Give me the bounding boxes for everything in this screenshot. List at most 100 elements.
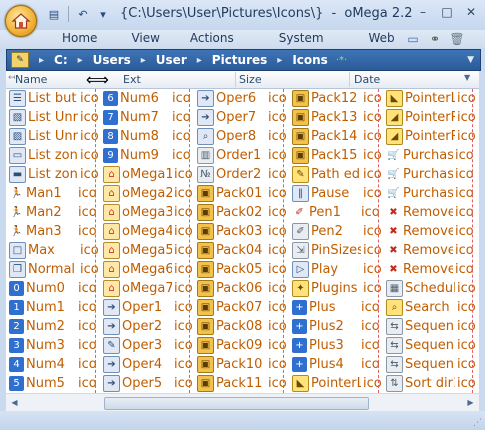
column-header-date[interactable]: Date <box>354 73 380 86</box>
file-item[interactable]: ▦ Schedul ico <box>383 279 477 298</box>
file-item[interactable]: 🏃 Man3 ico <box>6 222 100 241</box>
breadcrumb-item[interactable]: ▸ Users <box>68 53 131 67</box>
close-icon[interactable]: ✕ <box>463 5 479 19</box>
file-item[interactable]: ⌂ oMega5 ico <box>100 241 194 260</box>
file-item[interactable]: ▣ Pack02 ico <box>194 203 288 222</box>
file-item[interactable]: ▥ Order1 ico <box>194 146 288 165</box>
menu-system[interactable]: System <box>279 31 324 45</box>
file-item[interactable]: ✎ Path edi ico <box>289 165 383 184</box>
file-item[interactable]: □ Max ico <box>6 241 100 260</box>
file-item[interactable]: ⌂ oMega4 ico <box>100 222 194 241</box>
file-item[interactable]: ◣ PointerL ico <box>383 89 477 108</box>
file-item[interactable]: № Order2 ico <box>194 165 288 184</box>
file-item[interactable]: ▣ Pack10 ico <box>194 355 288 374</box>
file-item[interactable]: 🏃 Man1 ico <box>6 184 100 203</box>
scroll-left-icon[interactable]: ◀ <box>7 395 22 409</box>
file-item[interactable]: ✖ Remove ico <box>383 222 477 241</box>
file-item[interactable]: 7 Num7 ico <box>100 108 194 127</box>
file-item[interactable]: ◣ PointerL ico <box>289 374 383 393</box>
file-item[interactable]: ▣ Pack06 ico <box>194 279 288 298</box>
file-item[interactable]: + Plus4 ico <box>289 355 383 374</box>
file-item[interactable]: ⇆ Sequen ico <box>383 317 477 336</box>
file-item[interactable]: ⇆ Sequen ico <box>383 355 477 374</box>
file-item[interactable]: 2 Num2 ico <box>6 317 100 336</box>
file-item[interactable]: ✖ Remove ico <box>383 260 477 279</box>
file-item[interactable]: 4 Num4 ico <box>6 355 100 374</box>
file-item[interactable]: ▣ Pack05 ico <box>194 260 288 279</box>
file-item[interactable]: ▣ Pack11 ico <box>194 374 288 393</box>
file-item[interactable]: ➔ Oper7 ico <box>194 108 288 127</box>
file-item[interactable]: ▷ Play ico <box>289 260 383 279</box>
file-item[interactable]: + Plus3 ico <box>289 336 383 355</box>
file-item[interactable]: ⌂ oMega3 ico <box>100 203 194 222</box>
file-item[interactable]: ⌕ Search ico <box>383 298 477 317</box>
file-item[interactable]: ▣ Pack09 ico <box>194 336 288 355</box>
file-item[interactable]: ◢ PointerR ico <box>383 127 477 146</box>
file-item[interactable]: ➔ Oper1 ico <box>100 298 194 317</box>
file-item[interactable]: ✐ Pen1 ico <box>289 203 383 222</box>
file-item[interactable]: ⇆ Sequen ico <box>383 336 477 355</box>
menu-view[interactable]: View <box>131 31 159 45</box>
link-icon[interactable]: ⚭ <box>427 31 443 47</box>
resize-grip-icon[interactable]: ⋰ <box>473 418 482 428</box>
file-item[interactable]: 🛒Purchaseico <box>383 146 477 165</box>
file-item[interactable]: 🛒Purchaseico <box>383 165 477 184</box>
undo-icon[interactable]: ↶ <box>75 6 91 22</box>
new-window-icon[interactable]: ▭ <box>405 31 421 47</box>
file-item[interactable]: ✐ Pen2 ico <box>289 222 383 241</box>
file-item[interactable]: ✖ Remove ico <box>383 203 477 222</box>
file-item[interactable]: ➔ Oper5 ico <box>100 374 194 393</box>
file-item[interactable]: 8 Num8 ico <box>100 127 194 146</box>
layout-icon[interactable]: ▤ <box>46 6 62 22</box>
file-item[interactable]: + Plus2 ico <box>289 317 383 336</box>
column-divider[interactable] <box>235 72 236 87</box>
file-item[interactable]: ▣ Pack15 ico <box>289 146 383 165</box>
recycle-bin-icon[interactable]: 🗑 <box>449 31 465 47</box>
file-item[interactable]: ❐ Normal ico <box>6 260 100 279</box>
file-item[interactable]: ▧List Unrcico <box>6 108 100 127</box>
breadcrumb-item[interactable]: ▸ User <box>131 53 187 67</box>
file-item[interactable]: + Plus ico <box>289 298 383 317</box>
file-item[interactable]: ▣ Pack08 ico <box>194 317 288 336</box>
file-item[interactable]: ▣ Pack12 ico <box>289 89 383 108</box>
file-item[interactable]: ⌂ oMega6 ico <box>100 260 194 279</box>
file-item[interactable]: ➔ Oper2 ico <box>100 317 194 336</box>
menu-home[interactable]: Home <box>62 31 97 45</box>
breadcrumb-item[interactable]: ▸ Icons <box>267 53 328 67</box>
app-menu-button[interactable] <box>5 5 37 37</box>
file-item[interactable]: ⌂ oMega7 ico <box>100 279 194 298</box>
column-divider[interactable] <box>349 72 350 87</box>
maximize-icon[interactable]: □ <box>439 5 455 19</box>
file-item[interactable]: 1 Num1 ico <box>6 298 100 317</box>
edit-path-icon[interactable]: ✎ <box>11 52 29 68</box>
file-item[interactable]: 3 Num3 ico <box>6 336 100 355</box>
file-item[interactable]: ◢ PointerR ico <box>383 108 477 127</box>
file-item[interactable]: ⌕ Oper8 ico <box>194 127 288 146</box>
file-item[interactable]: ▣ Pack14 ico <box>289 127 383 146</box>
file-item[interactable]: ‖ Pause ico <box>289 184 383 203</box>
file-item[interactable]: ▭List zoneico <box>6 146 100 165</box>
file-item[interactable]: ▣ Pack03 ico <box>194 222 288 241</box>
column-header-size[interactable]: Size <box>239 73 262 86</box>
file-item[interactable]: ✦ Plugins ico <box>289 279 383 298</box>
minimize-icon[interactable]: – <box>415 5 431 19</box>
menu-actions[interactable]: Actions <box>190 31 234 45</box>
file-item[interactable]: ⌂ oMega2 ico <box>100 184 194 203</box>
file-item[interactable]: ✎ Oper3 ico <box>100 336 194 355</box>
file-item[interactable]: ▣ Pack04 ico <box>194 241 288 260</box>
file-item[interactable]: ▣ Pack07 ico <box>194 298 288 317</box>
file-item[interactable]: ⇲ PinSizes ico <box>289 241 383 260</box>
column-header-ext[interactable]: Ext <box>123 73 141 86</box>
menu-web[interactable]: Web <box>369 31 395 45</box>
file-item[interactable]: ☰ List but ico <box>6 89 100 108</box>
file-item[interactable]: ▬List zoneico <box>6 165 100 184</box>
file-item[interactable]: 9 Num9 ico <box>100 146 194 165</box>
dropdown-icon[interactable]: ▾ <box>95 6 111 22</box>
file-item[interactable]: ▣ Pack01 ico <box>194 184 288 203</box>
file-item[interactable]: 🛒Purchaseico <box>383 184 477 203</box>
file-item[interactable]: ⌂ oMega1 ico <box>100 165 194 184</box>
horizontal-scrollbar[interactable]: ◀ ▶ <box>6 393 479 411</box>
chevron-down-icon[interactable]: ▼ <box>467 55 474 65</box>
file-item[interactable]: 0 Num0 ico <box>6 279 100 298</box>
file-item[interactable]: ➔ Oper4 ico <box>100 355 194 374</box>
